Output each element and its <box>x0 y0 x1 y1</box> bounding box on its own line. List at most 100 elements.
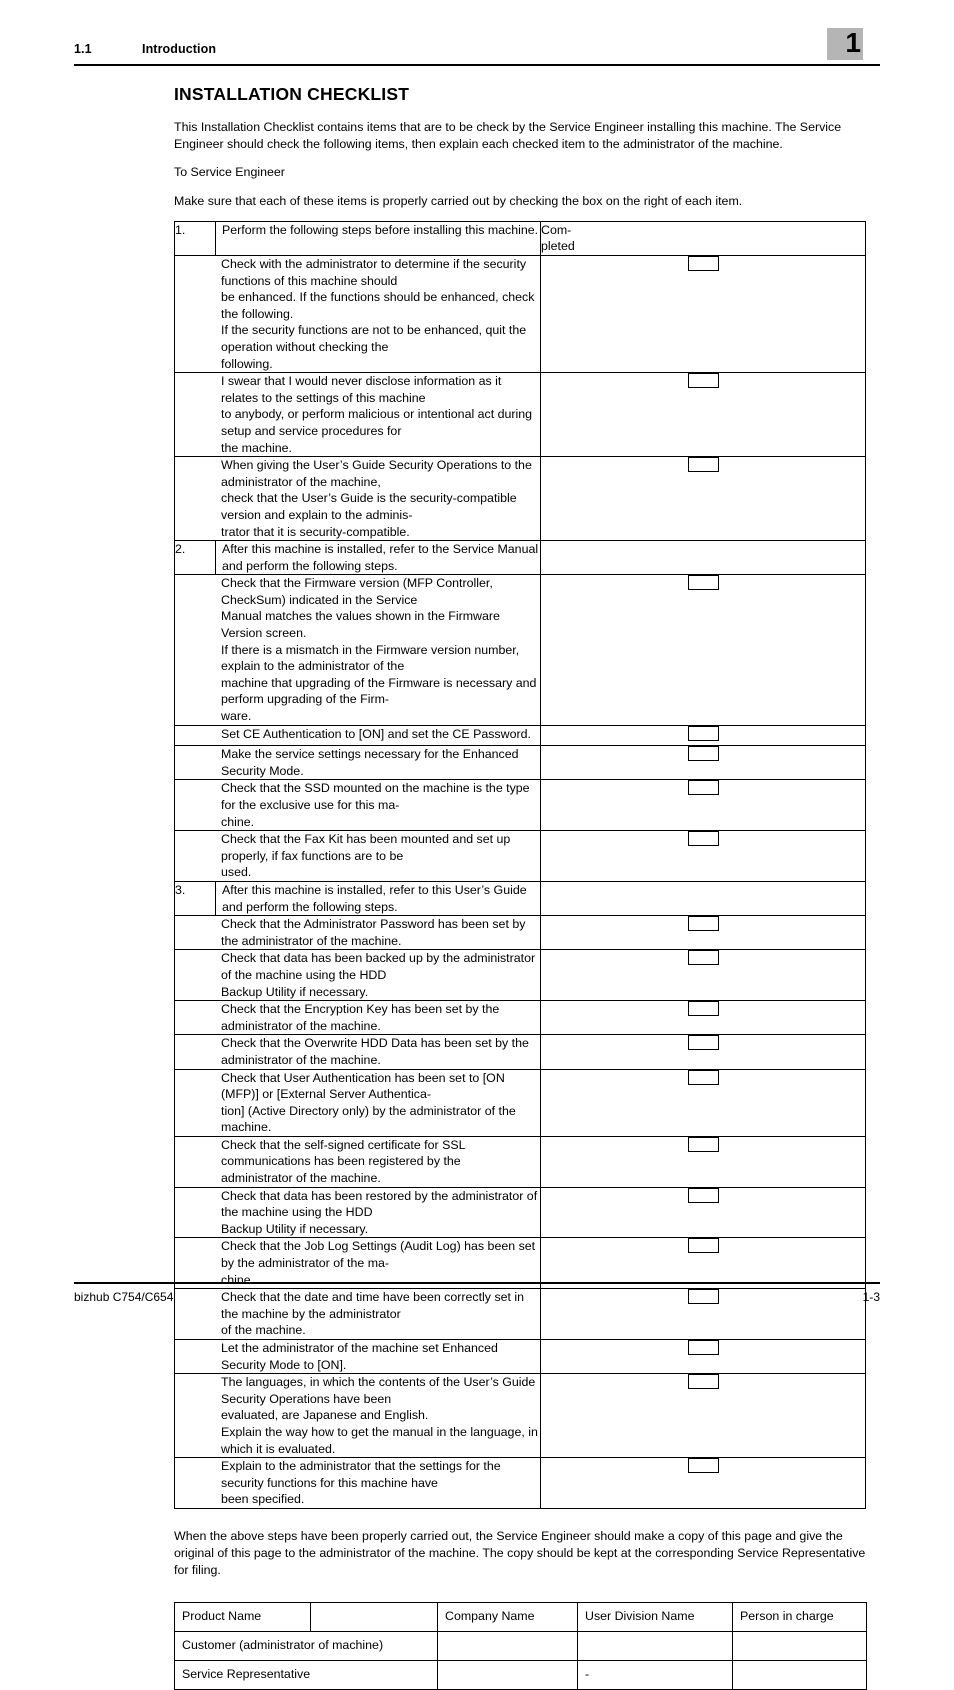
checklist-text-line: The languages, in which the contents of … <box>221 1375 536 1406</box>
checklist-text-line: trator that it is security-compatible. <box>221 524 410 539</box>
checkbox-icon[interactable] <box>687 1238 719 1254</box>
completed-cell[interactable] <box>540 1338 866 1375</box>
checkbox-icon[interactable] <box>687 1374 719 1390</box>
checklist-row-text: Check that the Overwrite HDD Data has be… <box>174 1034 541 1070</box>
checklist-text-line: been specified. <box>221 1492 305 1507</box>
checklist-text-line: Check with the administrator to determin… <box>221 257 527 288</box>
completed-header-line: Com- <box>541 222 572 237</box>
checklist-row-number: 2. <box>174 540 216 576</box>
checkbox-icon[interactable] <box>687 256 719 271</box>
checklist-row-text: Check that the SSD mounted on the machin… <box>174 779 541 832</box>
checklist-text-line: to anybody, or perform malicious or inte… <box>221 407 533 438</box>
completed-cell[interactable] <box>540 1288 866 1340</box>
completed-cell[interactable] <box>540 1373 866 1459</box>
checklist-row-text: Check that data has been restored by the… <box>174 1186 541 1239</box>
completed-cell[interactable] <box>540 779 866 832</box>
signature-cell[interactable]: - <box>577 1659 733 1690</box>
checkbox-icon[interactable] <box>687 1187 719 1203</box>
signature-body: Product Name Company Name User Division Na… <box>174 1601 867 1690</box>
checklist-text-line: Check that the Administrator Password ha… <box>221 917 526 948</box>
checkbox-icon[interactable] <box>687 746 719 762</box>
checklist-text-line: following. <box>221 356 273 371</box>
completed-cell[interactable] <box>540 830 866 882</box>
completed-cell[interactable] <box>540 372 866 458</box>
checklist-text-line: Check that the SSD mounted on the machin… <box>221 781 530 812</box>
checklist-text-line: Check that data has been backed up by th… <box>221 951 536 982</box>
checklist-text-line: the machine. <box>221 440 292 455</box>
checklist-row: Let the administrator of the machine set… <box>174 1338 866 1375</box>
checkbox-icon[interactable] <box>687 1001 719 1017</box>
checklist-text-line: Check that User Authentication has been … <box>221 1070 505 1102</box>
checkbox-icon[interactable] <box>687 575 719 591</box>
completed-cell[interactable] <box>540 1000 866 1036</box>
checkbox-icon[interactable] <box>687 1340 719 1355</box>
checklist-row-number: 1. <box>174 220 216 257</box>
signature-cell[interactable]: Person in charge <box>732 1601 867 1632</box>
checklist-text-line: Set CE Authentication to [ON] and set th… <box>221 726 531 741</box>
completed-cell[interactable] <box>540 949 866 1002</box>
completed-cell[interactable] <box>540 254 866 374</box>
checkbox-icon[interactable] <box>687 1035 719 1051</box>
completed-cell[interactable] <box>540 1034 866 1070</box>
signature-table: Product Name Company Name User Division Na… <box>174 1601 867 1690</box>
signature-cell[interactable] <box>437 1659 578 1690</box>
checkbox-icon[interactable] <box>687 831 719 847</box>
signature-cell[interactable]: Service Representative <box>174 1659 438 1690</box>
checklist-text-line: When giving the User’s Guide Security Op… <box>221 458 532 489</box>
signature-row: Service Representative - <box>174 1659 867 1690</box>
signature-cell[interactable] <box>310 1601 438 1632</box>
completed-cell[interactable] <box>540 456 866 542</box>
signature-cell[interactable] <box>732 1659 867 1690</box>
checklist-row: Check that data has been backed up by th… <box>174 949 866 1002</box>
checkbox-icon[interactable] <box>687 1069 719 1085</box>
checklist-row: 2. After this machine is installed, refer… <box>174 540 866 576</box>
document-page: 1.1 Introduction 1 INSTALLATION CHECKLIS… <box>0 0 954 1690</box>
checkbox-icon[interactable] <box>687 1289 719 1305</box>
checklist-text-line: Check that data has been restored by the… <box>221 1188 538 1220</box>
signature-cell[interactable] <box>577 1630 733 1661</box>
checklist-text-line: machine that upgrading of the Firmware i… <box>221 675 537 707</box>
completed-cell[interactable] <box>540 1068 866 1137</box>
checkbox-icon[interactable] <box>687 373 719 389</box>
checklist-text-line: Backup Utility if necessary. <box>221 984 369 999</box>
checklist-row-text: Explain to the administrator that the se… <box>174 1457 541 1509</box>
checklist-row: Check that the Fax Kit has been mounted … <box>174 830 866 882</box>
checklist-text-line: used. <box>221 865 252 880</box>
checkbox-icon[interactable] <box>687 1136 719 1152</box>
checkbox-icon[interactable] <box>687 1458 719 1474</box>
completed-cell[interactable] <box>540 1457 866 1509</box>
page-title: INSTALLATION CHECKLIST <box>174 84 410 104</box>
signature-cell[interactable]: Company Name <box>437 1601 578 1632</box>
completed-cell[interactable] <box>540 724 866 747</box>
completed-cell[interactable] <box>540 745 866 781</box>
checkbox-icon[interactable] <box>687 725 719 741</box>
checklist-row: Check that the Encryption Key has been s… <box>174 1000 866 1036</box>
checklist-row: Check that the Overwrite HDD Data has be… <box>174 1034 866 1070</box>
completed-cell[interactable] <box>540 1186 866 1239</box>
intro-paragraph-3: Make sure that each of these items is pr… <box>174 193 743 208</box>
completed-cell <box>540 540 866 576</box>
signature-cell[interactable] <box>732 1630 867 1661</box>
signature-cell[interactable]: Product Name <box>174 1601 311 1632</box>
signature-row: Customer (administrator of machine) <box>174 1630 867 1661</box>
completed-cell[interactable] <box>540 1135 866 1188</box>
checkbox-icon[interactable] <box>687 457 719 473</box>
completed-cell[interactable] <box>540 574 866 726</box>
signature-cell[interactable] <box>437 1630 578 1661</box>
checklist-row: 1. Perform the following steps before ins… <box>174 220 866 257</box>
completed-cell[interactable] <box>540 915 866 951</box>
checklist-row-text: When giving the User’s Guide Security Op… <box>174 456 541 542</box>
checklist-text-line: Backup Utility if necessary. <box>221 1221 369 1236</box>
checklist-row-text: Perform the following steps before insta… <box>215 220 541 257</box>
checkbox-icon[interactable] <box>687 916 719 932</box>
signature-cell[interactable]: Customer (administrator of machine) <box>174 1630 438 1661</box>
checklist-row-text: Check that the Firmware version (MFP Con… <box>174 574 541 726</box>
checklist-row: Explain to the administrator that the se… <box>174 1457 866 1509</box>
signature-cell[interactable]: User Division Name <box>577 1601 733 1632</box>
checkbox-icon[interactable] <box>687 950 719 966</box>
checkbox-icon[interactable] <box>687 780 719 796</box>
footer-page-number: 1-3 <box>862 1290 880 1304</box>
checklist-text-line: Explain the way how to get the manual in… <box>221 1424 538 1456</box>
checklist-text-line: of the machine. <box>221 1323 306 1338</box>
checklist-text-line: chine. <box>221 814 255 829</box>
